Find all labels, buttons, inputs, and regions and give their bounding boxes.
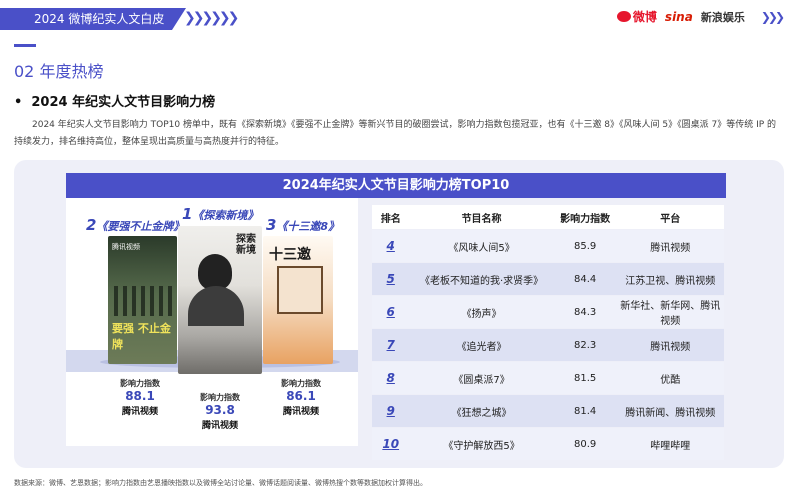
table-row: 8 《圆桌派7》 81.5 优酷	[372, 362, 724, 394]
podium-first-stat: 影响力指数 93.8 腾讯视频	[180, 392, 260, 431]
stat-value: 88.1	[125, 389, 155, 403]
row-index: 81.4	[553, 395, 617, 427]
row-name: 《狂想之城》	[409, 395, 554, 427]
section-title: 02 年度热榜	[14, 62, 104, 81]
row-rank: 6	[372, 296, 410, 328]
row-rank: 4	[372, 230, 410, 262]
row-index: 80.9	[553, 428, 617, 460]
logo-group: 微博 sina 新浪娱乐 ❯❯❯	[616, 8, 785, 25]
stat-platform: 腾讯视频	[282, 407, 319, 417]
row-index: 82.3	[553, 329, 617, 361]
section-subtitle: • 2024 年纪实人文节目影响力榜	[14, 95, 216, 110]
header-rank: 排名	[372, 205, 410, 229]
banner-chevron-icon: ❯❯❯❯❯❯	[184, 10, 239, 26]
row-name: 《扬声》	[409, 296, 554, 328]
row-name: 《风味人间5》	[409, 230, 554, 262]
table-header-row: 排名 节目名称 影响力指数 平台	[372, 205, 724, 229]
table-row: 5 《老板不知道的我·求贤季》 84.4 江苏卫视、腾讯视频	[372, 263, 724, 295]
row-platform: 腾讯视频	[616, 329, 724, 361]
poster-third: 十三邀	[263, 236, 333, 364]
header-index: 影响力指数	[553, 205, 617, 229]
table-row: 6 《扬声》 84.3 新华社、新华网、腾讯视频	[372, 296, 724, 328]
right-chevron-icon: ❯❯❯	[760, 9, 785, 24]
podium-second-rank: 2	[86, 216, 97, 234]
poster-third-text: 十三邀	[269, 247, 311, 263]
data-source-footnote: 数据来源：微博、艺恩数据；影响力指数由艺恩播映指数以及微博全站讨论量、微博话题阅…	[14, 479, 427, 487]
sina-ent-logo: 新浪娱乐	[700, 10, 745, 24]
row-name: 《圆桌派7》	[409, 362, 554, 394]
table-row: 10 《守护解放西5》 80.9 哔哩哔哩	[372, 428, 724, 460]
podium-second-stat: 影响力指数 88.1 腾讯视频	[100, 378, 180, 417]
row-rank: 9	[372, 395, 410, 427]
stat-label: 影响力指数	[281, 379, 321, 388]
podium-first-name: 《探索新境》	[192, 209, 259, 222]
row-rank: 5	[372, 263, 410, 295]
podium-first-label: 1《探索新境》	[182, 205, 258, 223]
sina-logo: sina	[664, 9, 693, 24]
stat-label: 影响力指数	[200, 393, 240, 402]
row-index: 85.9	[553, 230, 617, 262]
podium-third-name: 《十三邀8》	[276, 220, 340, 233]
row-platform: 腾讯新闻、腾讯视频	[616, 395, 724, 427]
row-platform: 哔哩哔哩	[616, 428, 724, 460]
poster-first-text: 探索 新境	[236, 234, 256, 256]
poster-third-frame	[277, 266, 323, 314]
row-index: 84.4	[553, 263, 617, 295]
poster-second-text: 要强 不止金牌	[112, 322, 171, 351]
poster-second: 腾讯视频 要强 不止金牌	[108, 236, 177, 364]
section-description: 2024 年纪实人文节目影响力 TOP10 榜单中，既有《探索新境》《要强不止金…	[14, 120, 777, 147]
ranking-card-title: 2024年纪实人文节目影响力榜TOP10	[66, 173, 726, 198]
row-platform: 优酷	[616, 362, 724, 394]
podium-third-label: 3《十三邀8》	[266, 216, 339, 234]
weibo-logo-text: 微博	[632, 10, 657, 24]
stat-platform: 腾讯视频	[201, 421, 238, 431]
podium-third-stat: 影响力指数 86.1 腾讯视频	[261, 378, 341, 417]
podium-second-label: 2《要强不止金牌》	[86, 216, 184, 234]
row-platform: 腾讯视频	[616, 230, 724, 262]
row-index: 81.5	[553, 362, 617, 394]
subtitle-text: 2024 年纪实人文节目影响力榜	[31, 95, 216, 110]
weibo-logo: 微博	[616, 8, 657, 25]
row-platform: 江苏卫视、腾讯视频	[616, 263, 724, 295]
poster-first: 探索 新境	[178, 226, 262, 374]
row-index: 84.3	[553, 296, 617, 328]
table-row: 4 《风味人间5》 85.9 腾讯视频	[372, 230, 724, 262]
weibo-eye-icon	[616, 11, 631, 22]
row-rank: 10	[372, 428, 410, 460]
ranking-table: 排名 节目名称 影响力指数 平台 4 《风味人间5》 85.9 腾讯视频 5 《…	[372, 204, 724, 461]
row-name: 《追光者》	[409, 329, 554, 361]
header-platform: 平台	[616, 205, 724, 229]
stat-value: 86.1	[286, 389, 316, 403]
table-row: 7 《追光者》 82.3 腾讯视频	[372, 329, 724, 361]
section-accent-bar	[14, 44, 36, 47]
row-rank: 7	[372, 329, 410, 361]
poster-second-figures	[114, 286, 172, 316]
table-row: 9 《狂想之城》 81.4 腾讯新闻、腾讯视频	[372, 395, 724, 427]
podium-third-rank: 3	[266, 216, 277, 234]
report-title: 2024 微博纪实人文白皮书	[34, 12, 165, 48]
podium-second-name: 《要强不止金牌》	[96, 220, 185, 233]
poster-first-person-body	[188, 286, 244, 326]
poster-first-person	[198, 254, 232, 290]
report-title-banner: 2024 微博纪实人文白皮书	[0, 8, 172, 48]
row-name: 《老板不知道的我·求贤季》	[409, 263, 554, 295]
row-platform: 新华社、新华网、腾讯视频	[616, 296, 724, 328]
poster-second-tag: 腾讯视频	[112, 243, 140, 251]
row-rank: 8	[372, 362, 410, 394]
header-name: 节目名称	[409, 205, 554, 229]
row-name: 《守护解放西5》	[409, 428, 554, 460]
stat-value: 93.8	[205, 403, 235, 417]
podium-first-rank: 1	[182, 205, 193, 223]
stat-label: 影响力指数	[120, 379, 160, 388]
stat-platform: 腾讯视频	[121, 407, 158, 417]
